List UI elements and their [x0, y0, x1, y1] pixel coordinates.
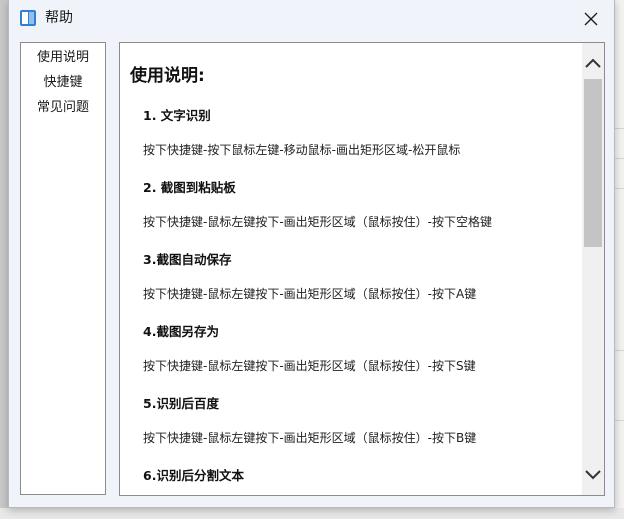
scroll-down-button[interactable] [582, 461, 604, 489]
section-text: 按下快捷键-按下鼠标左键-移动鼠标-画出矩形区域-松开鼠标 [143, 143, 461, 157]
section-text: 按下快捷键-鼠标左键按下-画出矩形区域（鼠标按住）-按下空格键 [143, 215, 492, 229]
chevron-up-icon [585, 58, 601, 68]
sidebar-item-usage[interactable]: 使用说明 [21, 45, 105, 70]
section-text: 按下快捷键-鼠标左键按下-画出矩形区域（鼠标按住）-按下B键 [143, 431, 477, 445]
window-title: 帮助 [45, 10, 73, 26]
section-title: 5.识别后百度 [143, 396, 219, 411]
help-content-body: 使用说明: 1. 文字识别 按下快捷键-按下鼠标左键-移动鼠标-画出矩形区域-松… [120, 43, 582, 495]
sidebar-item-faq[interactable]: 常见问题 [21, 95, 105, 120]
section-title: 1. 文字识别 [143, 108, 211, 123]
section-title: 3.截图自动保存 [143, 252, 232, 267]
section-title: 4.截图另存为 [143, 324, 219, 339]
close-icon [584, 12, 598, 25]
scroll-up-button[interactable] [582, 49, 604, 77]
help-app-icon [19, 9, 37, 27]
section-text: 按下快捷键-鼠标左键按下-画出矩形区域（鼠标按住）-按下A键 [143, 287, 477, 301]
section-title: 2. 截图到粘贴板 [143, 180, 236, 195]
vertical-scrollbar[interactable] [582, 43, 604, 495]
sidebar-list[interactable]: 使用说明 快捷键 常见问题 [20, 42, 106, 495]
help-content-panel: 使用说明: 1. 文字识别 按下快捷键-按下鼠标左键-移动鼠标-画出矩形区域-松… [119, 42, 605, 496]
close-button[interactable] [568, 0, 614, 37]
help-window: 帮助 使用说明 快捷键 常见问题 使用说明: 1. 文字识别 按下快捷键-按下鼠… [8, 0, 615, 508]
scroll-thumb[interactable] [584, 79, 602, 247]
section-title: 6.识别后分割文本 [143, 468, 244, 483]
page-title: 使用说明: [130, 66, 205, 86]
background-taskbar-edge [0, 508, 624, 519]
title-bar[interactable]: 帮助 [9, 0, 614, 37]
sidebar-item-shortcuts[interactable]: 快捷键 [21, 70, 105, 95]
chevron-down-icon [585, 470, 601, 480]
section-text: 按下快捷键-鼠标左键按下-画出矩形区域（鼠标按住）-按下S键 [143, 359, 476, 373]
